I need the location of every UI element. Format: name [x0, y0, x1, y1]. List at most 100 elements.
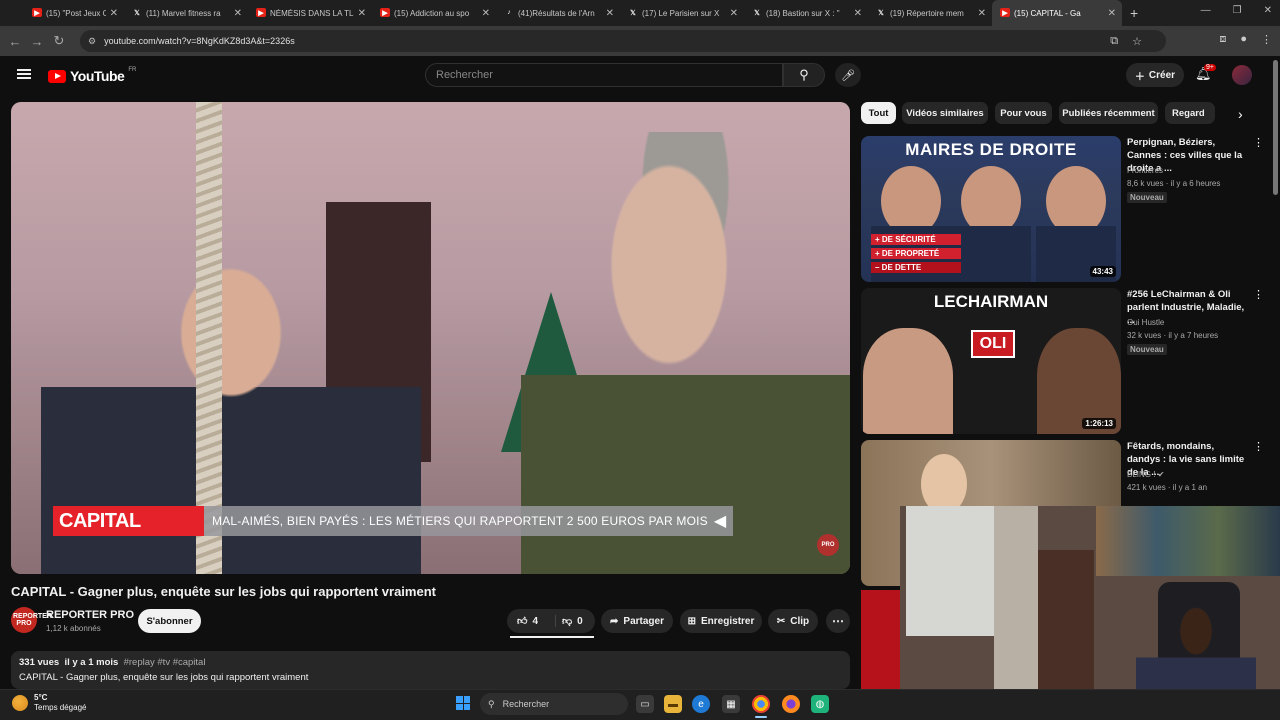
cast-icon[interactable]: ⧉ [1110, 35, 1118, 48]
description-box[interactable]: 331 vues il y a 1 mois #replay #tv #capi… [11, 651, 850, 689]
recommendation-channel[interactable]: Frontières [1127, 166, 1163, 175]
browser-tab[interactable]: ♪ (41)Résultats de l'Arn ✕ [496, 0, 620, 26]
hamburger-menu-icon[interactable] [17, 69, 31, 79]
recommendation-item[interactable]: MAIRES DE DROITE + DE SÉCURITÉ + DE PROP… [861, 136, 1264, 284]
more-vertical-icon[interactable]: ⋮ [1253, 136, 1264, 149]
thumbs-up-icon: 👍︎ [517, 616, 528, 627]
search-input[interactable]: Rechercher [425, 63, 783, 87]
app-icon[interactable]: ◍ [811, 695, 829, 713]
hashtags[interactable]: #replay #tv #capital [124, 657, 206, 668]
tab-title: (11) Marvel fitness ra [146, 8, 221, 18]
chip-label: Publiées récemment [1062, 107, 1155, 119]
account-avatar[interactable] [1232, 65, 1252, 85]
edge-icon[interactable]: e [692, 695, 710, 713]
create-label: Créer [1148, 69, 1176, 81]
close-icon[interactable]: ✕ [730, 8, 738, 19]
chip-for-you[interactable]: Pour vous [995, 102, 1052, 124]
chip-similar[interactable]: Vidéos similaires [902, 102, 988, 124]
maximize-icon[interactable]: ❐ [1233, 5, 1242, 16]
chip-recent[interactable]: Publiées récemment [1059, 102, 1158, 124]
browser-tab[interactable]: 𝕏 (19) Répertoire mem ✕ [868, 0, 992, 26]
recommendation-channel[interactable]: Oui Hustle [1127, 318, 1164, 327]
browser-tab[interactable]: ▶ (15) "Post Jeux Olympi ✕ [0, 0, 124, 26]
weather-widget[interactable]: 5°C Temps dégagé [12, 693, 86, 713]
youtube-play-icon [48, 69, 66, 83]
more-vertical-icon[interactable]: ⋮ [1253, 288, 1264, 301]
url-bar[interactable]: ⚙ youtube.com/watch?v=8NgKdKZ8d3A&t=2326… [80, 30, 1166, 52]
windows-start-icon[interactable] [456, 696, 470, 710]
save-button[interactable]: ⊞ Enregistrer [680, 609, 762, 633]
chip-tout[interactable]: Tout [861, 102, 896, 124]
browser-tab[interactable]: ▶ NÉMÉSIS DANS LA TL ✕ [248, 0, 372, 26]
chevron-right-icon[interactable]: › [1238, 106, 1243, 122]
recommendation-channel[interactable]: BLING ! ✔ [1127, 470, 1164, 479]
page-scrollbar[interactable] [1273, 60, 1278, 195]
voice-search-button[interactable]: 🎤︎ [835, 63, 861, 87]
close-icon[interactable]: ✕ [482, 8, 490, 19]
youtube-logo[interactable]: YouTube FR [48, 67, 136, 84]
reload-icon[interactable]: ↻ [48, 33, 70, 49]
site-info-icon[interactable]: ⚙ [88, 36, 96, 47]
browser-tab[interactable]: 𝕏 (11) Marvel fitness ra ✕ [124, 0, 248, 26]
close-icon[interactable]: ✕ [1108, 8, 1116, 19]
forward-icon[interactable]: → [26, 34, 48, 49]
dislike-button[interactable]: 👎︎ 0 [555, 615, 583, 627]
bookmark-star-icon[interactable]: ☆ [1132, 35, 1142, 48]
new-badge: Nouveau [1127, 192, 1167, 203]
back-icon[interactable]: ← [4, 34, 26, 49]
close-icon[interactable]: ✕ [606, 8, 614, 19]
task-view-icon[interactable]: ▭ [636, 695, 654, 713]
like-button[interactable]: 👍︎ 4 [507, 615, 555, 628]
taskbar-search[interactable]: ⚲ Rechercher [480, 693, 628, 715]
channel-name[interactable]: REPORTER PRO [46, 609, 134, 621]
recommendation-thumbnail[interactable]: MAIRES DE DROITE + DE SÉCURITÉ + DE PROP… [861, 136, 1121, 282]
video-duration: 43:43 [1089, 266, 1116, 277]
browser-tab[interactable]: ▶ (15) Addiction au spo ✕ [372, 0, 496, 26]
clip-button[interactable]: ✂ Clip [768, 609, 818, 633]
browser-menu-icon[interactable]: ⋮ [1261, 33, 1272, 46]
chip-watched[interactable]: Regard [1165, 102, 1215, 124]
thumbnail-suit [951, 226, 1031, 282]
more-horizontal-icon: ⋯ [832, 614, 844, 628]
more-vertical-icon[interactable]: ⋮ [1253, 440, 1264, 453]
minimize-icon[interactable]: — [1201, 5, 1211, 16]
profile-icon[interactable]: ● [1240, 33, 1247, 46]
new-tab-icon[interactable]: + [1130, 5, 1138, 21]
create-button[interactable]: ＋ Créer [1126, 63, 1184, 87]
search-placeholder: Rechercher [436, 69, 493, 81]
thumbnail-face [921, 454, 967, 514]
close-icon[interactable]: ✕ [358, 8, 366, 19]
store-icon[interactable]: ▦ [722, 695, 740, 713]
subscriber-count: 1,12 k abonnés [46, 624, 101, 633]
channel-avatar[interactable]: REPORTER PRO [11, 607, 52, 633]
video-player[interactable]: CAPITAL MAL-AIMÉS, BIEN PAYÉS : LES MÉTI… [11, 102, 850, 574]
search-button[interactable]: ⚲ [783, 63, 825, 87]
youtube-icon: ▶ [380, 8, 390, 17]
recommendation-item[interactable]: LECHAIRMAN OLI 1:26:13 #256 LeChairman &… [861, 288, 1264, 436]
subscribe-button[interactable]: S'abonner [138, 609, 201, 633]
thumbnail-label: – DE DETTE [871, 262, 961, 273]
thumbnail-face [863, 328, 953, 434]
notification-badge: 9+ [1204, 64, 1216, 71]
extensions-icon[interactable]: ⧈ [1219, 33, 1226, 46]
ticker-brand: CAPITAL [53, 506, 204, 536]
browser-tab-active[interactable]: ▶ (15) CAPITAL - Ga ✕ [992, 0, 1122, 26]
close-icon[interactable]: ✕ [110, 8, 118, 19]
close-icon[interactable]: ✕ [234, 8, 242, 19]
share-button[interactable]: ➦ Partager [601, 609, 673, 633]
file-explorer-icon[interactable]: ▬ [664, 695, 682, 713]
browser-tab[interactable]: 𝕏 (18) Bastion sur X : " ✕ [744, 0, 868, 26]
firefox-icon[interactable] [782, 695, 800, 713]
browser-tab[interactable]: 𝕏 (17) Le Parisien sur X ✕ [620, 0, 744, 26]
close-icon[interactable]: ✕ [854, 8, 862, 19]
channel-watermark[interactable]: PRO [817, 534, 839, 556]
close-icon[interactable]: ✕ [978, 8, 986, 19]
chrome-icon[interactable] [752, 695, 770, 713]
x-icon: 𝕏 [630, 9, 636, 17]
channel-name: BLING ! [1127, 470, 1156, 479]
recommendation-thumbnail[interactable]: LECHAIRMAN OLI 1:26:13 [861, 288, 1121, 434]
recommendation-thumbnail-partial[interactable] [861, 590, 901, 690]
more-actions-button[interactable]: ⋯ [826, 609, 850, 633]
close-window-icon[interactable]: ✕ [1264, 5, 1272, 16]
save-label: Enregistrer [701, 615, 755, 627]
